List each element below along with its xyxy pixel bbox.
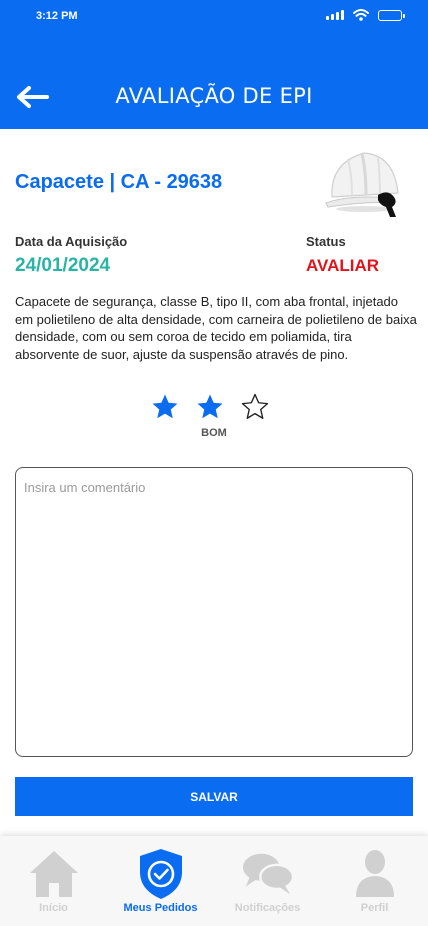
nav-label-meus-pedidos: Meus Pedidos <box>123 902 198 914</box>
product-title: Capacete | CA - 29638 <box>15 171 223 193</box>
bottom-nav: Início Meus Pedidos Notificações Perfil <box>0 836 428 926</box>
shield-check-icon <box>139 849 182 899</box>
nav-label-inicio: Início <box>39 902 68 914</box>
star-outline-icon[interactable] <box>240 392 270 422</box>
product-description: Capacete de segurança, classe B, tipo II… <box>15 294 417 362</box>
acquisition-date-label: Data da Aquisição <box>15 234 128 249</box>
nav-item-meus-pedidos[interactable]: Meus Pedidos <box>107 836 214 926</box>
status-label: Status <box>306 234 346 249</box>
nav-item-perfil[interactable]: Perfil <box>321 836 428 926</box>
status-value: AVALIAR <box>306 256 380 275</box>
nav-item-inicio[interactable]: Início <box>0 836 107 926</box>
save-button[interactable]: SALVAR <box>15 777 413 816</box>
status-bar-time: 3:12 PM <box>36 10 78 22</box>
star-icon[interactable] <box>195 392 225 422</box>
nav-label-perfil: Perfil <box>360 902 389 914</box>
wifi-icon <box>353 9 369 21</box>
chat-bubbles-icon <box>242 853 294 895</box>
status-bar-icons <box>326 9 405 21</box>
user-icon <box>355 850 394 897</box>
star-rating <box>150 392 270 422</box>
battery-icon <box>378 9 405 21</box>
comment-input[interactable] <box>15 467 413 757</box>
star-icon[interactable] <box>150 392 180 422</box>
acquisition-date-value: 24/01/2024 <box>15 255 111 276</box>
rating-label: BOM <box>201 427 227 439</box>
helmet-image <box>325 152 399 217</box>
signal-icon <box>326 10 344 20</box>
nav-item-notificacoes[interactable]: Notificações <box>214 836 321 926</box>
page-title: AVALIAÇÃO DE EPI <box>115 84 313 108</box>
nav-label-notificacoes: Notificações <box>234 902 301 914</box>
home-icon <box>29 851 78 897</box>
app-header: 3:12 PM AVALIAÇÃO DE EPI <box>0 0 428 129</box>
